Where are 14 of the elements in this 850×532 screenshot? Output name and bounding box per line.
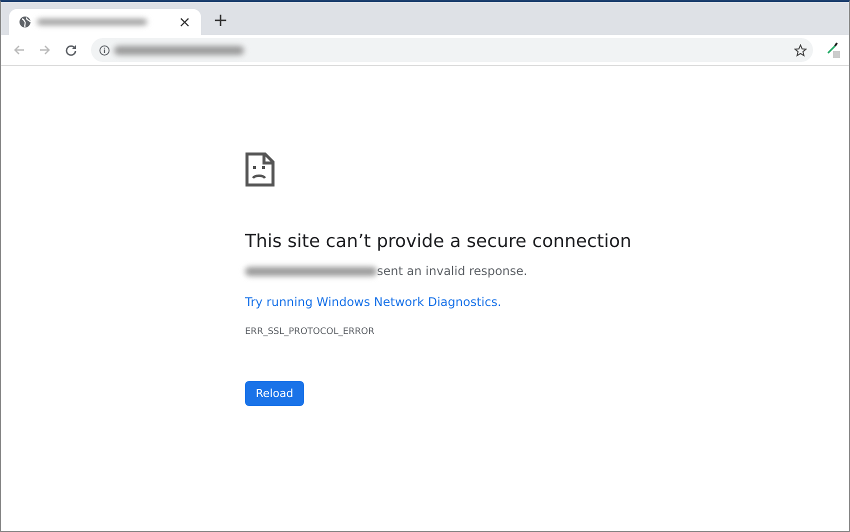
info-icon (99, 44, 110, 56)
close-tab-button[interactable]: × (178, 13, 191, 31)
error-message: sent an invalid response. (377, 264, 528, 278)
eyedropper-icon[interactable] (827, 42, 841, 58)
diagnostics-link[interactable]: Try running Windows Network Diagnostics. (245, 295, 502, 309)
reload-button[interactable]: Reload (245, 381, 304, 406)
globe-icon (19, 16, 31, 28)
error-heading: This site can’t provide a secure connection (245, 231, 632, 252)
browser-tab[interactable]: × (9, 9, 201, 35)
star-icon[interactable] (794, 44, 807, 56)
sad-page-icon (245, 152, 275, 187)
error-code: ERR_SSL_PROTOCOL_ERROR (245, 327, 374, 337)
new-tab-button[interactable]: + (213, 10, 228, 31)
reload-icon[interactable] (65, 44, 77, 56)
